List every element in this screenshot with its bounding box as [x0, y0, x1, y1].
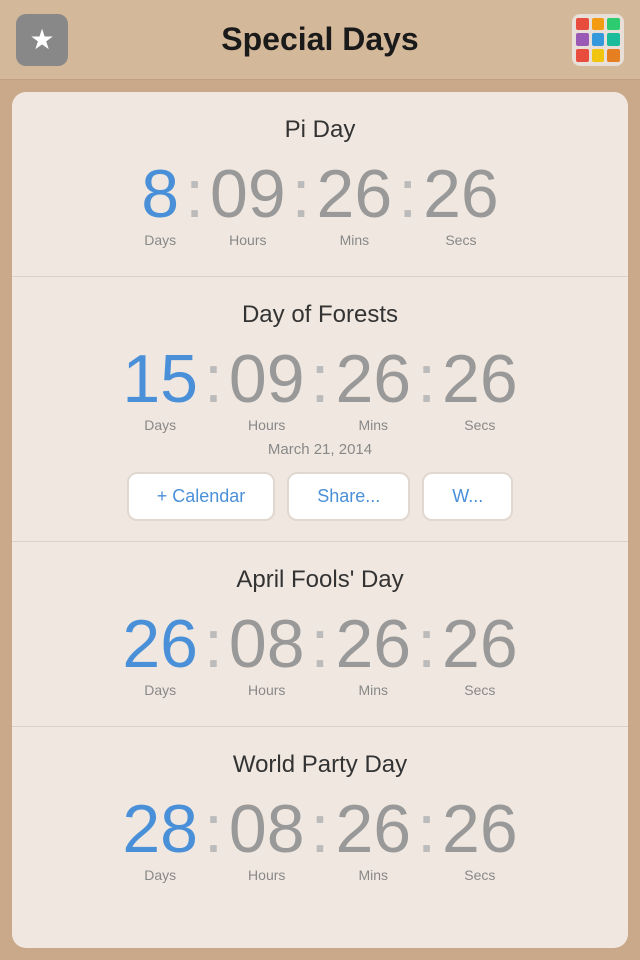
colon-1: : — [198, 610, 229, 678]
event-card-april-fools: April Fools' Day 26 Days : 08 Hours : 26… — [12, 542, 628, 727]
mins-value: 26 — [335, 610, 411, 678]
hours-unit: 09 Hours — [229, 345, 305, 433]
timer-pi-day: 8 Days : 09 Hours : 26 Mins : 26 Secs — [32, 160, 608, 248]
days-value: 15 — [122, 345, 198, 413]
mins-label: Mins — [358, 682, 388, 698]
secs-value: 26 — [423, 160, 499, 228]
secs-label: Secs — [464, 682, 495, 698]
days-label: Days — [144, 417, 176, 433]
event-name-pi-day: Pi Day — [32, 116, 608, 144]
hours-unit: 08 Hours — [229, 795, 305, 883]
mins-label: Mins — [340, 232, 370, 248]
mins-unit: 26 Mins — [335, 610, 411, 698]
secs-label: Secs — [464, 867, 495, 883]
secs-label: Secs — [445, 232, 476, 248]
days-unit: 8 Days — [141, 160, 179, 248]
secs-value: 26 — [442, 345, 518, 413]
star-icon: ★ — [29, 23, 54, 56]
event-name-world-party: World Party Day — [32, 751, 608, 779]
mins-unit: 26 Mins — [335, 795, 411, 883]
days-value: 28 — [122, 795, 198, 863]
colon-2: : — [286, 160, 317, 228]
hours-label: Hours — [248, 682, 285, 698]
secs-unit: 26 Secs — [423, 160, 499, 248]
app-title: Special Days — [68, 21, 572, 58]
star-button[interactable]: ★ — [16, 14, 68, 66]
timer-april-fools: 26 Days : 08 Hours : 26 Mins : 26 Secs — [32, 610, 608, 698]
days-unit: 15 Days — [122, 345, 198, 433]
mins-value: 26 — [335, 345, 411, 413]
colon-2: : — [305, 795, 336, 863]
secs-unit: 26 Secs — [442, 610, 518, 698]
mins-label: Mins — [358, 417, 388, 433]
hours-unit: 09 Hours — [210, 160, 286, 248]
days-unit: 28 Days — [122, 795, 198, 883]
event-name-april-fools: April Fools' Day — [32, 566, 608, 594]
mins-unit: 26 Mins — [317, 160, 393, 248]
share-button[interactable]: Share... — [287, 472, 410, 521]
secs-label: Secs — [464, 417, 495, 433]
grid-icon-button[interactable] — [572, 14, 624, 66]
days-label: Days — [144, 682, 176, 698]
colon-3: : — [411, 610, 442, 678]
hours-label: Hours — [229, 232, 266, 248]
hours-unit: 08 Hours — [229, 610, 305, 698]
action-buttons-forests: + Calendar Share... W... — [32, 472, 608, 521]
mins-value: 26 — [317, 160, 393, 228]
hours-value: 09 — [210, 160, 286, 228]
mins-label: Mins — [358, 867, 388, 883]
colon-1: : — [198, 345, 229, 413]
hours-label: Hours — [248, 867, 285, 883]
days-value: 26 — [122, 610, 198, 678]
days-unit: 26 Days — [122, 610, 198, 698]
colon-1: : — [198, 795, 229, 863]
colon-1: : — [179, 160, 210, 228]
mins-value: 26 — [335, 795, 411, 863]
colon-3: : — [411, 795, 442, 863]
hours-value: 08 — [229, 795, 305, 863]
colon-2: : — [305, 610, 336, 678]
mins-unit: 26 Mins — [335, 345, 411, 433]
wiki-button[interactable]: W... — [422, 472, 513, 521]
hours-value: 08 — [229, 610, 305, 678]
event-date-forests: March 21, 2014 — [32, 441, 608, 458]
main-content: Pi Day 8 Days : 09 Hours : 26 Mins : 26 … — [12, 92, 628, 948]
colon-2: : — [305, 345, 336, 413]
secs-value: 26 — [442, 795, 518, 863]
calendar-button[interactable]: + Calendar — [127, 472, 276, 521]
timer-world-party: 28 Days : 08 Hours : 26 Mins : 26 Secs — [32, 795, 608, 883]
secs-unit: 26 Secs — [442, 345, 518, 433]
event-card-world-party: World Party Day 28 Days : 08 Hours : 26 … — [12, 727, 628, 911]
colon-3: : — [411, 345, 442, 413]
secs-unit: 26 Secs — [442, 795, 518, 883]
days-label: Days — [144, 867, 176, 883]
event-card-forests: Day of Forests 15 Days : 09 Hours : 26 M… — [12, 277, 628, 542]
hours-label: Hours — [248, 417, 285, 433]
event-name-forests: Day of Forests — [32, 301, 608, 329]
days-label: Days — [144, 232, 176, 248]
secs-value: 26 — [442, 610, 518, 678]
colon-3: : — [392, 160, 423, 228]
timer-forests: 15 Days : 09 Hours : 26 Mins : 26 Secs — [32, 345, 608, 433]
hours-value: 09 — [229, 345, 305, 413]
app-header: ★ Special Days — [0, 0, 640, 80]
days-value: 8 — [141, 160, 179, 228]
event-card-pi-day: Pi Day 8 Days : 09 Hours : 26 Mins : 26 … — [12, 92, 628, 277]
